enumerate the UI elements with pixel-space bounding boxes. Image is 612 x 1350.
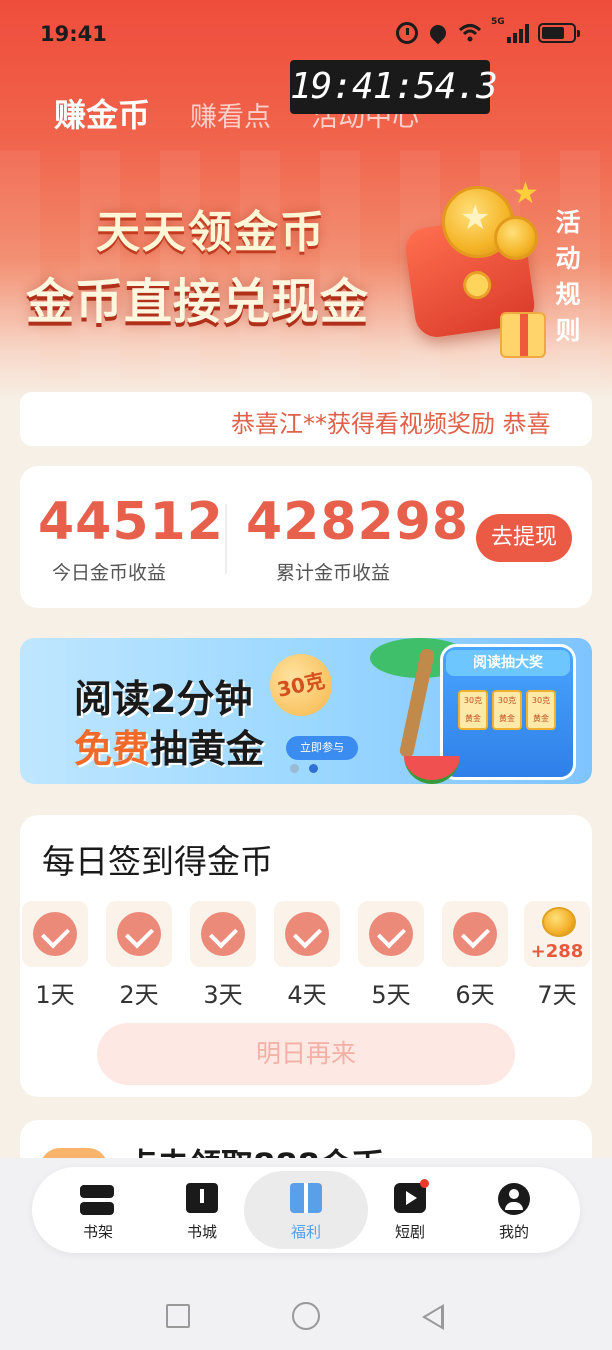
nav-bookshelf[interactable]: 书架 (46, 1167, 150, 1253)
gift-box-icon (500, 312, 546, 358)
marquee-text: 恭喜江**获得看视频奖励 恭喜 (231, 410, 551, 438)
check-icon (117, 912, 161, 956)
promo-line2: 免费抽黄金 (74, 718, 264, 773)
reel: 30克黄金 (526, 690, 556, 730)
carousel-dot[interactable] (290, 764, 299, 773)
total-coins-value: 428298 (246, 492, 470, 552)
earnings-card: 44512 今日金币收益 428298 累计金币收益 去提现 (20, 466, 592, 608)
day-7-reward: +288 (530, 941, 584, 962)
nav-short-drama[interactable]: 短剧 (358, 1167, 462, 1253)
home-icon[interactable] (292, 1302, 320, 1330)
promo-line1: 阅读2分钟 (74, 677, 253, 721)
winner-marquee: 恭喜江**获得看视频奖励 恭喜 (20, 392, 592, 446)
check-icon (201, 912, 245, 956)
signin-day-1: 1天 (22, 901, 88, 1010)
promo-banner[interactable]: 阅读2分钟 免费抽黄金 30克 立即参与 阅读抽大奖 30克黄金 30克黄金 3… (20, 638, 592, 784)
check-icon (33, 912, 77, 956)
bookshelf-icon (80, 1185, 114, 1215)
check-icon (453, 912, 497, 956)
slot-machine-title: 阅读抽大奖 (446, 650, 570, 676)
come-back-tomorrow-button[interactable]: 明日再来 (97, 1023, 515, 1085)
bottom-nav: 书架 书城 福利 短剧 我的 (32, 1167, 580, 1253)
signal-icon: 5G (491, 17, 529, 43)
check-icon (369, 912, 413, 956)
total-coins-label: 累计金币收益 (276, 562, 391, 584)
profile-icon (498, 1183, 530, 1215)
nav-bookstore[interactable]: 书城 (150, 1167, 254, 1253)
day-label: 2天 (119, 981, 159, 1009)
tab-earn-coins[interactable]: 赚金币 (54, 90, 150, 136)
status-icons: 5G (396, 17, 580, 45)
day-label: 6天 (455, 981, 495, 1009)
watermelon-icon (404, 756, 460, 784)
promo-line2-highlight: 免费 (74, 727, 151, 771)
signin-day-4: 4天 (274, 901, 340, 1010)
coin-icon (494, 216, 538, 260)
day-label: 4天 (287, 981, 327, 1009)
signin-title: 每日签到得金币 (42, 842, 273, 881)
alarm-icon (396, 22, 418, 44)
nav-label: 福利 (290, 1223, 321, 1241)
sparkle-star-icon: ★ (512, 176, 539, 211)
reel: 30克黄金 (458, 690, 488, 730)
check-icon (285, 912, 329, 956)
day-label: 5天 (371, 981, 411, 1009)
today-coins-label: 今日金币收益 (52, 562, 167, 584)
status-time: 19:41 (40, 22, 107, 46)
day-label: 1天 (35, 981, 75, 1009)
status-bar: 19:41 5G (0, 14, 612, 58)
signin-day-5: 5天 (358, 901, 424, 1010)
location-icon (426, 21, 450, 45)
today-coins-value: 44512 (38, 492, 224, 552)
signin-day-7: +288 7天 (524, 901, 590, 1010)
nav-profile[interactable]: 我的 (462, 1167, 566, 1253)
system-nav-bar (0, 1290, 612, 1340)
network-label: 5G (491, 17, 505, 27)
nav-welfare[interactable]: 福利 (244, 1171, 368, 1249)
signin-day-6: 6天 (442, 901, 508, 1010)
nav-label: 我的 (498, 1223, 529, 1241)
day-label: 7天 (537, 981, 577, 1009)
nav-label: 短剧 (394, 1223, 425, 1241)
gold-coin-icon (542, 907, 576, 937)
notification-dot (420, 1179, 429, 1188)
promo-badge: 30克 (264, 648, 338, 722)
banner-title-line1: 天天领金币 (96, 207, 326, 258)
clock-overlay: 19:41:54.3 (290, 60, 498, 114)
daily-signin-card: 每日签到得金币 1天 2天 3天 4天 5天 6天 +288 7天 明日再来 (20, 815, 592, 1097)
tab-earn-points[interactable]: 赚看点 (190, 95, 271, 134)
promo-line2-rest: 抽黄金 (150, 727, 265, 771)
back-icon[interactable] (422, 1304, 444, 1330)
divider (225, 504, 227, 574)
nav-label: 书架 (82, 1223, 113, 1241)
carousel-dot-active[interactable] (309, 764, 318, 773)
activity-rules-link[interactable]: 活动规则 (548, 205, 588, 349)
day-label: 3天 (203, 981, 243, 1009)
banner-title-line2: 金币直接兑现金 (26, 274, 370, 330)
withdraw-button[interactable]: 去提现 (476, 514, 572, 562)
signin-day-3: 3天 (190, 901, 256, 1010)
play-icon (394, 1183, 426, 1213)
gift-icon (290, 1183, 322, 1213)
recents-icon[interactable] (166, 1304, 190, 1328)
bookstore-icon (186, 1183, 218, 1213)
promo-join-button[interactable]: 立即参与 (286, 736, 358, 760)
nav-label: 书城 (186, 1223, 217, 1241)
reel: 30克黄金 (492, 690, 522, 730)
signin-day-2: 2天 (106, 901, 172, 1010)
star-icon: ★ (460, 198, 491, 238)
battery-icon (538, 23, 580, 43)
carousel-dots (290, 764, 318, 773)
wifi-icon (458, 23, 482, 43)
